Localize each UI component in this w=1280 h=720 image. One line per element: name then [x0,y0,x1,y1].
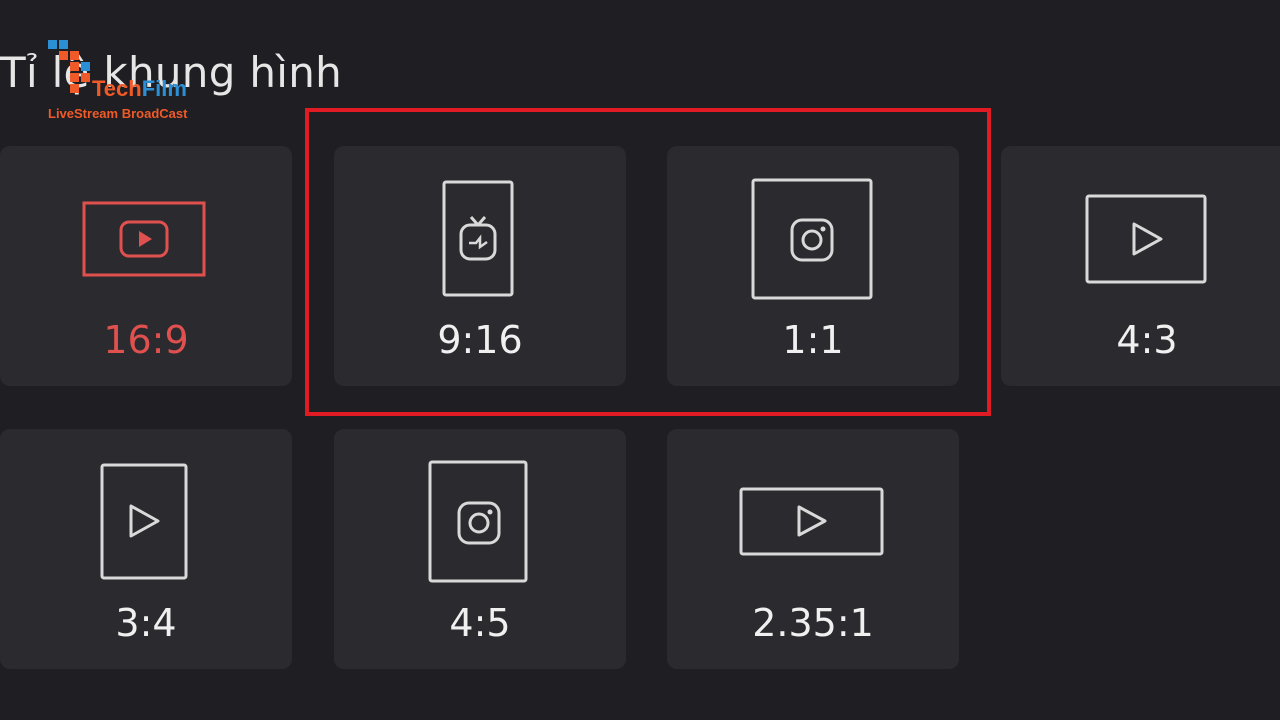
youtube-icon [82,201,206,277]
aspect-ratio-screen: Tỉ lệ khung hình TechFilm LiveStream Bro… [0,0,1280,720]
ratio-label: 3:4 [115,601,177,645]
ratio-label: 4:5 [449,601,511,645]
ratio-tile-3-4[interactable]: 3:4 [0,429,292,669]
play-icon [1085,194,1207,284]
logo-word-part1: Tech [92,76,142,101]
logo-word-part2: Film [141,76,187,101]
ratio-tile-4-3[interactable]: 4:3 [1001,146,1280,386]
logo-tagline: LiveStream BroadCast [48,106,188,121]
logo-wordmark: TechFilm [92,76,187,102]
instagram-icon [428,460,528,583]
ratio-tile-2-35-1[interactable]: 2.35:1 [667,429,959,669]
ratio-label: 4:3 [1116,318,1178,362]
ratio-tile-16-9[interactable]: 16:9 [0,146,292,386]
highlight-box [305,108,991,416]
ratio-label: 16:9 [103,318,189,362]
ratio-tile-4-5[interactable]: 4:5 [334,429,626,669]
ratio-label: 2.35:1 [752,601,874,645]
play-icon [739,487,884,556]
play-icon [100,463,188,580]
